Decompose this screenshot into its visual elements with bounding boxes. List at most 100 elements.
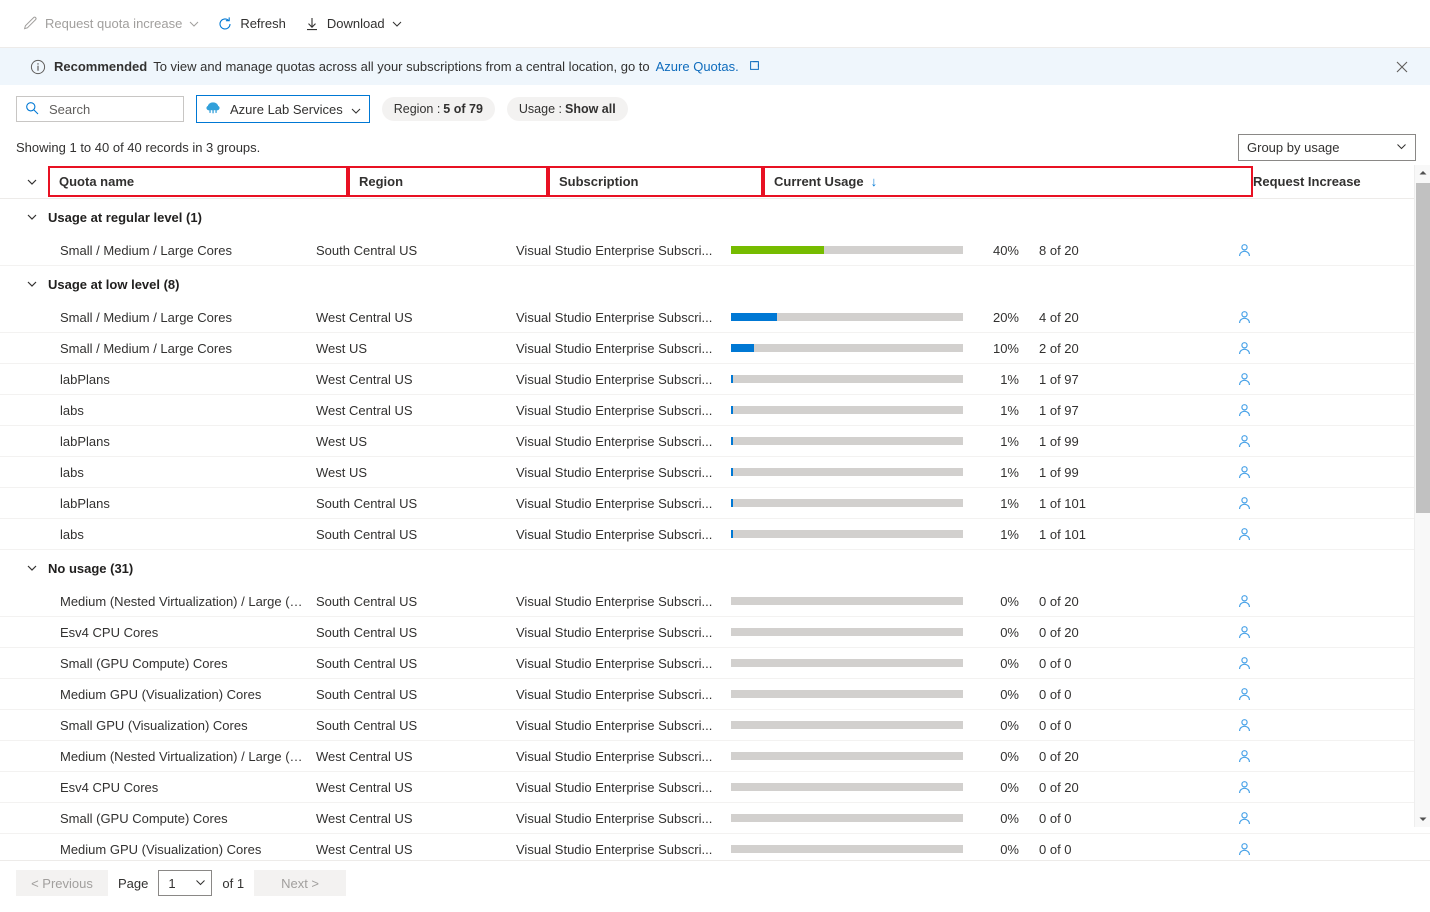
person-icon[interactable] xyxy=(1237,811,1252,826)
usage-count-label: 0 of 20 xyxy=(1039,593,1079,609)
cell-subscription: Visual Studio Enterprise Subscri... xyxy=(516,810,713,826)
search-input[interactable] xyxy=(47,100,175,118)
cell-region: South Central US xyxy=(316,593,418,609)
quota-table: Quota name Region Subscription Current U… xyxy=(0,165,1430,861)
table-row[interactable]: labPlans South Central US Visual Studio En… xyxy=(0,488,1430,519)
cell-region: West Central US xyxy=(316,841,413,857)
table-row[interactable]: Medium GPU (Visualization) Cores South Ce… xyxy=(0,679,1430,710)
scrollbar-thumb[interactable] xyxy=(1416,183,1430,513)
region-filter-pill[interactable]: Region : 5 of 79 xyxy=(381,97,495,121)
person-icon[interactable] xyxy=(1237,310,1252,325)
cell-current-usage: 1% 1 of 99 xyxy=(731,434,1221,449)
banner-message: To view and manage quotas across all you… xyxy=(153,59,650,74)
next-page-button[interactable]: Next > xyxy=(254,870,347,896)
table-row[interactable]: Small (GPU Compute) Cores West Central US… xyxy=(0,803,1430,834)
usage-progress-bar xyxy=(731,313,963,321)
group-header[interactable]: Usage at regular level (1) xyxy=(0,199,1430,235)
cell-subscription: Visual Studio Enterprise Subscri... xyxy=(516,717,713,733)
table-row[interactable]: Small / Medium / Large Cores West Central… xyxy=(0,302,1430,333)
group-title: Usage at low level (8) xyxy=(48,276,180,292)
azure-quotas-link[interactable]: Azure Quotas. xyxy=(656,59,739,74)
person-icon[interactable] xyxy=(1237,341,1252,356)
usage-percent-label: 1% xyxy=(1000,371,1019,387)
close-icon[interactable] xyxy=(1388,53,1416,81)
cell-request-increase xyxy=(1221,625,1371,640)
chevron-down-icon xyxy=(351,104,361,114)
group-header[interactable]: Usage at low level (8) xyxy=(0,266,1430,302)
cell-request-increase xyxy=(1221,372,1371,387)
person-icon[interactable] xyxy=(1237,465,1252,480)
page-number-dropdown[interactable]: 1 xyxy=(158,870,213,896)
person-icon[interactable] xyxy=(1237,403,1252,418)
expand-all-chevron[interactable] xyxy=(16,176,48,188)
scroll-down-arrow-icon[interactable] xyxy=(1415,811,1430,827)
person-icon[interactable] xyxy=(1237,243,1252,258)
search-box[interactable] xyxy=(16,96,184,122)
usage-progress-bar xyxy=(731,845,963,853)
table-row[interactable]: Small GPU (Visualization) Cores South Cen… xyxy=(0,710,1430,741)
person-icon[interactable] xyxy=(1237,434,1252,449)
person-icon[interactable] xyxy=(1237,527,1252,542)
cell-quota-name: Small / Medium / Large Cores xyxy=(60,340,232,356)
table-row[interactable]: Small / Medium / Large Cores South Centra… xyxy=(0,235,1430,266)
cell-quota-name: labs xyxy=(60,526,84,542)
table-row[interactable]: Medium (Nested Virtualization) / Large (… xyxy=(0,586,1430,617)
table-row[interactable]: Esv4 CPU Cores South Central US Visual Stu… xyxy=(0,617,1430,648)
vertical-scrollbar[interactable] xyxy=(1414,165,1430,827)
usage-percent-label: 10% xyxy=(992,340,1019,356)
cell-quota-name: Medium GPU (Visualization) Cores xyxy=(60,841,262,857)
person-icon[interactable] xyxy=(1237,372,1252,387)
usage-filter-pill[interactable]: Usage : Show all xyxy=(506,97,628,121)
cell-request-increase xyxy=(1221,718,1371,733)
person-icon[interactable] xyxy=(1237,749,1252,764)
usage-percent-label: 0% xyxy=(1000,655,1019,671)
cell-quota-name: Medium (Nested Virtualization) / Large (… xyxy=(60,593,316,609)
previous-page-button[interactable]: < Previous xyxy=(16,870,108,896)
table-row[interactable]: Medium GPU (Visualization) Cores West Cen… xyxy=(0,834,1430,860)
cell-quota-name: Medium GPU (Visualization) Cores xyxy=(60,686,262,702)
person-icon[interactable] xyxy=(1237,842,1252,857)
usage-progress-bar xyxy=(731,246,963,254)
person-icon[interactable] xyxy=(1237,687,1252,702)
cell-current-usage: 0% 0 of 0 xyxy=(731,811,1221,826)
column-header-current-usage[interactable]: Current Usage ↓ xyxy=(763,166,1253,197)
provider-dropdown[interactable]: Azure Lab Services xyxy=(196,95,370,123)
usage-progress-bar xyxy=(731,783,963,791)
scroll-up-arrow-icon[interactable] xyxy=(1415,165,1430,181)
usage-percent-label: 40% xyxy=(992,242,1019,258)
column-header-subscription[interactable]: Subscription xyxy=(548,166,763,197)
person-icon[interactable] xyxy=(1237,496,1252,511)
cell-region: West Central US xyxy=(316,779,413,795)
person-icon[interactable] xyxy=(1237,780,1252,795)
column-header-quota-name[interactable]: Quota name xyxy=(48,166,348,197)
table-row[interactable]: labPlans West US Visual Studio Enterprise … xyxy=(0,426,1430,457)
refresh-button[interactable]: Refresh xyxy=(209,8,294,40)
usage-count-label: 0 of 0 xyxy=(1039,655,1072,671)
refresh-label: Refresh xyxy=(240,16,286,31)
column-header-region[interactable]: Region xyxy=(348,166,548,197)
group-by-dropdown[interactable]: Group by usage xyxy=(1238,133,1416,161)
request-quota-increase-button[interactable]: Request quota increase xyxy=(14,8,207,40)
download-button[interactable]: Download xyxy=(296,8,410,40)
cell-subscription: Visual Studio Enterprise Subscri... xyxy=(516,433,713,449)
table-row[interactable]: Small / Medium / Large Cores West US Visua… xyxy=(0,333,1430,364)
person-icon[interactable] xyxy=(1237,594,1252,609)
cell-subscription: Visual Studio Enterprise Subscri... xyxy=(516,593,713,609)
table-row[interactable]: labs West Central US Visual Studio Enterpr… xyxy=(0,395,1430,426)
cell-request-increase xyxy=(1221,811,1371,826)
person-icon[interactable] xyxy=(1237,656,1252,671)
cell-current-usage: 1% 1 of 101 xyxy=(731,527,1221,542)
cell-quota-name: Small / Medium / Large Cores xyxy=(60,309,232,325)
table-row[interactable]: labPlans West Central US Visual Studio Ent… xyxy=(0,364,1430,395)
table-row[interactable]: labs South Central US Visual Studio Enterp… xyxy=(0,519,1430,550)
table-row[interactable]: labs West US Visual Studio Enterprise Subs… xyxy=(0,457,1430,488)
usage-count-label: 1 of 97 xyxy=(1039,371,1079,387)
chevron-down-icon xyxy=(392,19,402,29)
person-icon[interactable] xyxy=(1237,718,1252,733)
group-header[interactable]: No usage (31) xyxy=(0,550,1430,586)
person-icon[interactable] xyxy=(1237,625,1252,640)
table-row[interactable]: Esv4 CPU Cores West Central US Visual Stud… xyxy=(0,772,1430,803)
table-row[interactable]: Small (GPU Compute) Cores South Central U… xyxy=(0,648,1430,679)
table-row[interactable]: Medium (Nested Virtualization) / Large (… xyxy=(0,741,1430,772)
cell-region: West Central US xyxy=(316,402,413,418)
